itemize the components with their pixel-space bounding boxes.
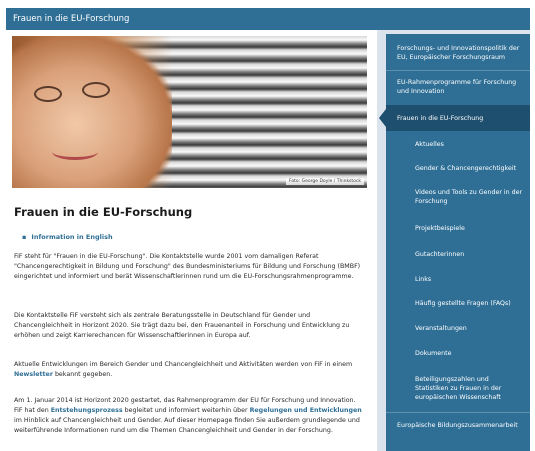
horizon-text-b: begleitet und informiert weiterhin über — [122, 407, 250, 414]
sidebar-item-label: Beteiligungszahlen und Statistiken zu Fr… — [415, 375, 502, 401]
english-info-link[interactable]: Information in English — [22, 233, 112, 241]
contact-paragraph: Die Kontaktstelle FiF versteht sich als … — [14, 312, 350, 339]
sidebar-item-label: Gutachterinnen — [415, 250, 465, 258]
page-title: Frauen in die EU-Forschung — [14, 205, 193, 219]
page-header-bar: Frauen in die EU-Forschung — [6, 8, 530, 30]
sidebar-item-label: Links — [415, 275, 432, 283]
sidebar-item-label: Gender & Chancengerechtigkeit — [415, 164, 517, 172]
sidebar-item-label: Europäische Bildungszusammenarbeit — [397, 421, 518, 429]
sidebar-item-framework-programs[interactable]: EU-Rahmenprogramme für Forschung und Inn… — [386, 71, 530, 103]
entstehungsprozess-link[interactable]: Entstehungsprozess — [51, 407, 123, 414]
sidebar-item-label: Aktuelles — [415, 140, 444, 148]
sidebar-item-label: Projektbeispiele — [415, 224, 465, 232]
sidebar-nav: Forschungs- und Innovationspolitik der E… — [379, 34, 530, 451]
sidebar-item-gender[interactable]: Gender & Chancengerechtigkeit — [386, 156, 530, 180]
sidebar-item-documents[interactable]: Dokumente — [386, 341, 530, 365]
sidebar-item-events[interactable]: Veranstaltungen — [386, 316, 530, 340]
hero-image: Foto: George Doyle / Thinkstock — [12, 36, 367, 188]
newsletter-paragraph: Aktuelle Entwicklungen im Bereich Gender… — [14, 360, 364, 380]
photo-credit: Foto: George Doyle / Thinkstock — [285, 178, 364, 185]
newsletter-link[interactable]: Newsletter — [14, 371, 53, 378]
sidebar-item-label: Frauen in die EU-Forschung — [397, 114, 484, 122]
sidebar-item-label: EU-Rahmenprogramme für Forschung und Inn… — [397, 79, 517, 95]
newsletter-text-a: Aktuelle Entwicklungen im Bereich Gender… — [14, 361, 353, 368]
glasses-right — [82, 82, 110, 98]
sidebar-item-videos-tools[interactable]: Videos und Tools zu Gender in der Forsch… — [386, 182, 530, 212]
sidebar-item-education-cooperation[interactable]: Europäische Bildungszusammenarbeit — [386, 413, 530, 437]
sidebar-item-statistics[interactable]: Beteiligungszahlen und Statistiken zu Fr… — [386, 368, 530, 408]
sidebar-item-label: Veranstaltungen — [415, 324, 467, 332]
sidebar-item-projects[interactable]: Projektbeispiele — [386, 216, 530, 240]
sidebar-item-label: Forschungs- und Innovationspolitik der E… — [397, 45, 520, 61]
header-title: Frauen in die EU-Forschung — [13, 14, 130, 24]
sidebar-item-links[interactable]: Links — [386, 267, 530, 291]
sidebar-item-news[interactable]: Aktuelles — [386, 132, 530, 156]
horizon-text-c: im Hinblick auf Chancengleichheit und Ge… — [14, 417, 360, 434]
sidebar-item-women-eu-research[interactable]: Frauen in die EU-Forschung — [379, 105, 530, 131]
glasses-left — [34, 86, 62, 102]
sidebar-item-label: Häufig gestellte Fragen (FAQs) — [415, 299, 511, 307]
hero-smile — [52, 144, 98, 160]
newsletter-text-b: bekannt gegeben. — [52, 371, 113, 378]
sidebar-item-reviewers[interactable]: Gutachterinnen — [386, 242, 530, 266]
sidebar-item-research-policy[interactable]: Forschungs- und Innovationspolitik der E… — [386, 36, 530, 70]
intro-paragraph: FiF steht für "Frauen in die EU-Forschun… — [14, 253, 361, 280]
horizon-paragraph: Am 1. Januar 2014 ist Horizont 2020 gest… — [14, 396, 364, 436]
active-indicator-arrow — [379, 109, 386, 127]
sidebar-item-faq[interactable]: Häufig gestellte Fragen (FAQs) — [386, 291, 530, 315]
regelungen-link[interactable]: Regelungen und Entwicklungen — [250, 407, 362, 414]
sidebar-item-label: Videos und Tools zu Gender in der Forsch… — [415, 189, 523, 205]
sidebar-item-label: Dokumente — [415, 349, 452, 357]
hero-face — [12, 36, 172, 188]
